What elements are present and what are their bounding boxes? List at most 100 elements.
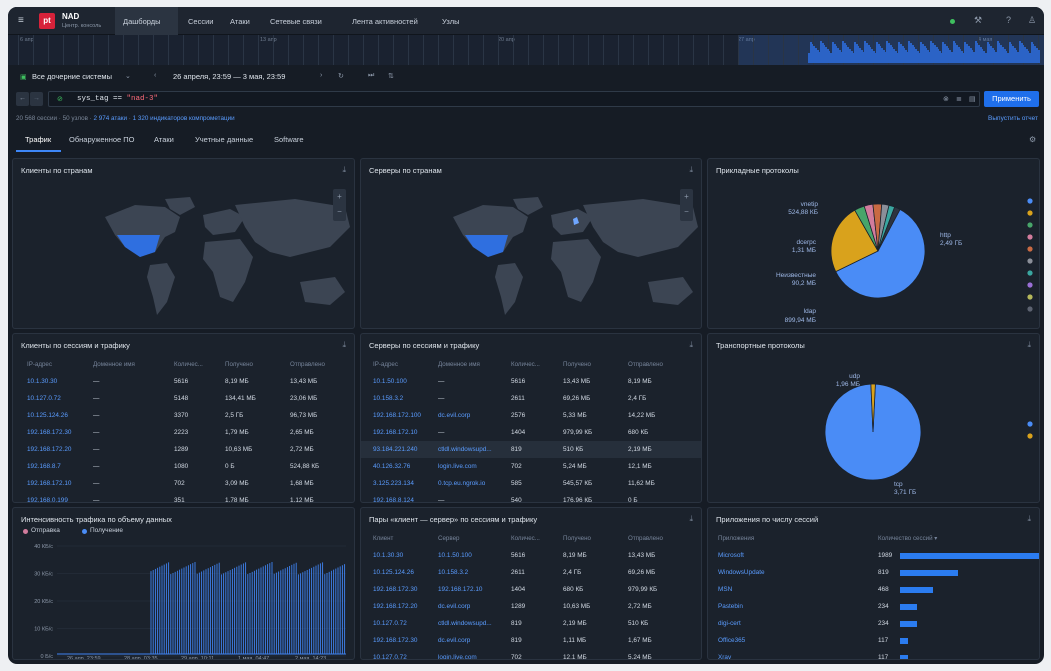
table-cell[interactable]: 10.158.3.2 (373, 395, 403, 402)
tab-software[interactable]: Software (274, 135, 304, 144)
column-header[interactable]: Отправлено (290, 361, 325, 368)
tab-traffic[interactable]: Трафик (25, 135, 51, 144)
next-range-icon[interactable]: › (320, 72, 322, 79)
download-icon[interactable]: ⤓ (689, 514, 693, 524)
prev-range-icon[interactable]: ‹ (154, 72, 156, 79)
forward-button[interactable]: → (30, 92, 43, 106)
tab-attacks[interactable]: Атаки (154, 135, 174, 144)
table-cell[interactable]: 192.168.172.20 (373, 603, 417, 610)
table-cell[interactable]: 0.tcp.eu.ngrok.io (438, 480, 485, 487)
table-cell[interactable]: 10.1.30.30 (373, 552, 403, 559)
table-cell[interactable]: — (438, 497, 444, 502)
table-cell[interactable]: 10.1.50.100 (438, 552, 472, 559)
nav-nodes[interactable]: Узлы (442, 17, 459, 26)
summary-attacks[interactable]: 2 974 атаки (94, 115, 127, 122)
nav-sessions[interactable]: Сессии (188, 17, 213, 26)
table-cell[interactable]: 192.168.172.30 (27, 429, 71, 436)
app-name[interactable]: WindowsUpdate (718, 569, 765, 576)
table-cell[interactable]: ctldl.windowsupd... (438, 446, 492, 453)
wrench-icon[interactable]: ⚒ (974, 15, 982, 26)
table-cell[interactable]: 192.168.172.100 (373, 412, 421, 419)
user-icon[interactable]: ♙ (1028, 15, 1036, 26)
table-cell[interactable]: 10.125.124.26 (27, 412, 68, 419)
table-cell[interactable]: 93.184.221.240 (373, 446, 417, 453)
table-cell[interactable]: 10.125.124.26 (373, 569, 414, 576)
skip-end-icon[interactable]: ⏭ (368, 72, 374, 80)
download-icon[interactable]: ⤓ (689, 340, 693, 350)
table-cell[interactable]: dc.evil.corp (438, 412, 470, 419)
column-header[interactable]: Получено (563, 361, 591, 368)
table-cell[interactable]: — (438, 429, 444, 436)
help-icon[interactable]: ? (1006, 15, 1011, 25)
export-report-link[interactable]: Выпустить отчет (988, 115, 1038, 122)
sort-icon[interactable]: ⇅ (388, 72, 394, 80)
column-header[interactable]: Получено (225, 361, 253, 368)
column-header[interactable]: Количество сессий ▾ (878, 535, 937, 542)
menu-icon[interactable]: ≡ (18, 15, 24, 26)
nav-dashboards[interactable]: Дашборды (123, 17, 161, 26)
column-header[interactable]: Доменное имя (438, 361, 480, 368)
column-header[interactable]: Количес... (511, 361, 540, 368)
column-header[interactable]: Количес... (174, 361, 203, 368)
table-cell[interactable]: login.live.com (438, 654, 477, 659)
table-cell[interactable]: 192.168.172.30 (373, 637, 417, 644)
table-cell[interactable]: 10.1.50.100 (373, 378, 407, 385)
table-cell[interactable]: — (438, 378, 444, 385)
table-cell[interactable]: ctldl.windowsupd... (438, 620, 492, 627)
date-range[interactable]: 26 апреля, 23:59 — 3 мая, 23:59 (173, 72, 285, 81)
back-button[interactable]: ← (16, 92, 29, 106)
zoom-controls[interactable]: + − (333, 189, 346, 221)
nav-activity-feed[interactable]: Лента активностей (352, 17, 418, 26)
app-name[interactable]: digi-cert (718, 620, 741, 627)
table-cell[interactable]: 192.168.8.7 (27, 463, 61, 470)
table-cell[interactable]: login.live.com (438, 463, 477, 470)
nav-network-links[interactable]: Сетевые связи (270, 17, 322, 26)
zoom-controls[interactable]: + − (680, 189, 693, 221)
app-name[interactable]: Office365 (718, 637, 745, 644)
table-cell[interactable]: — (438, 395, 444, 402)
table-cell[interactable]: 192.168.172.10 (27, 480, 71, 487)
table-cell[interactable]: 40.126.32.76 (373, 463, 410, 470)
table-cell[interactable]: 192.168.8.124 (373, 497, 414, 502)
table-cell[interactable]: 3.125.223.134 (373, 480, 414, 487)
refresh-icon[interactable]: ↻ (338, 72, 344, 80)
table-cell[interactable]: 10.127.0.72 (27, 395, 61, 402)
systems-select[interactable]: Все дочерние системы (32, 72, 112, 81)
download-icon[interactable]: ⤓ (1027, 514, 1031, 524)
list-icon[interactable]: ≣ (956, 95, 962, 103)
download-icon[interactable]: ⤓ (342, 340, 346, 350)
table-cell[interactable]: 192.168.172.10 (438, 586, 482, 593)
tab-credentials[interactable]: Учетные данные (195, 135, 253, 144)
table-cell[interactable]: 192.168.172.10 (373, 429, 417, 436)
app-name[interactable]: Pastebin (718, 603, 743, 610)
table-cell[interactable]: 192.168.172.20 (27, 446, 71, 453)
table-cell[interactable]: dc.evil.corp (438, 603, 470, 610)
table-cell[interactable]: 10.127.0.72 (373, 620, 407, 627)
nav-attacks[interactable]: Атаки (230, 17, 250, 26)
column-header[interactable]: IP-адрес (373, 361, 398, 368)
column-header[interactable]: Получено (563, 535, 591, 542)
app-name[interactable]: Microsoft (718, 552, 744, 559)
table-cell[interactable]: 10.158.3.2 (438, 569, 468, 576)
apply-button[interactable]: Применить (984, 91, 1039, 107)
app-name[interactable]: Xray (718, 654, 731, 659)
tab-software-found[interactable]: Обнаруженное ПО (69, 135, 135, 144)
gear-icon[interactable]: ⚙ (1029, 135, 1036, 144)
timeline[interactable]: 6 апр 13 апр 20 апр 27 апр 4 мая (8, 35, 1044, 65)
summary-ioc[interactable]: 1 320 индикаторов компрометации (133, 115, 235, 122)
app-name[interactable]: MSN (718, 586, 732, 593)
column-header[interactable]: Сервер (438, 535, 459, 542)
table-cell[interactable]: 192.168.172.30 (373, 586, 417, 593)
table-cell[interactable]: 192.168.0.199 (27, 497, 68, 502)
save-icon[interactable]: ▤ (969, 95, 976, 103)
query-input[interactable]: ⊘ sys_tag == "nad-3" ⊗ ≣ ▤ (48, 91, 980, 107)
column-header[interactable]: Количес... (511, 535, 540, 542)
column-header[interactable]: Клиент (373, 535, 393, 542)
column-header[interactable]: Отправлено (628, 535, 663, 542)
table-cell[interactable]: 10.1.30.30 (27, 378, 57, 385)
column-header[interactable]: IP-адрес (27, 361, 52, 368)
table-cell[interactable]: 10.127.0.72 (373, 654, 407, 659)
clear-icon[interactable]: ⊗ (943, 95, 949, 103)
column-header[interactable]: Доменное имя (93, 361, 135, 368)
column-header[interactable]: Отправлено (628, 361, 663, 368)
